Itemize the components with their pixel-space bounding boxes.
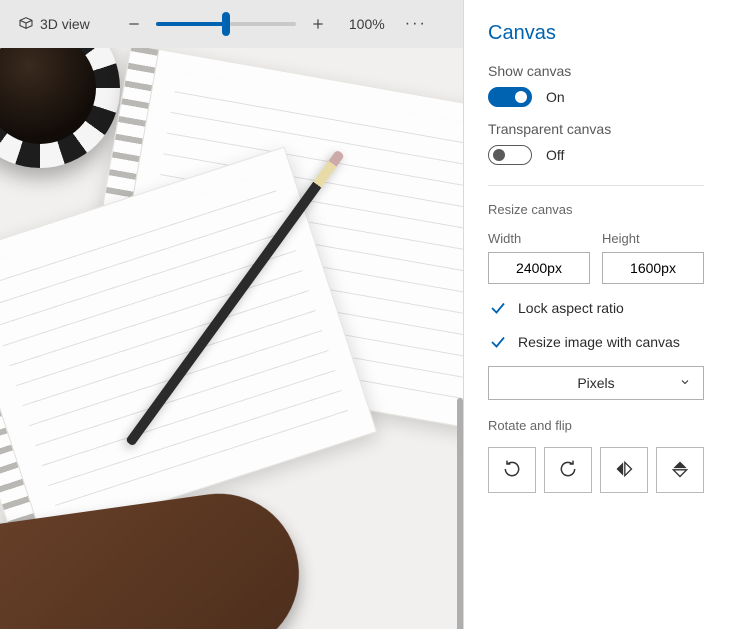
rotate-left-button[interactable] <box>544 447 592 493</box>
show-canvas-toggle[interactable] <box>488 87 532 107</box>
lock-aspect-checkbox[interactable] <box>488 298 508 318</box>
cube-3d-icon <box>18 15 34 34</box>
rotate-right-icon <box>502 459 522 482</box>
unit-select[interactable]: Pixels <box>488 366 704 400</box>
zoom-percent-button[interactable]: 100% <box>340 8 394 40</box>
height-input[interactable] <box>602 252 704 284</box>
width-label: Width <box>488 231 590 246</box>
flip-horizontal-icon <box>614 459 634 482</box>
resize-image-label: Resize image with canvas <box>518 334 680 350</box>
more-icon: ··· <box>405 15 427 33</box>
more-options-button[interactable]: ··· <box>400 8 432 40</box>
zoom-slider-thumb[interactable] <box>222 12 230 36</box>
show-canvas-label: Show canvas <box>488 63 704 79</box>
resize-canvas-heading: Resize canvas <box>488 202 704 217</box>
illustration-mug <box>0 48 120 168</box>
canvas-stage: 3D view 100% ··· <box>0 0 463 629</box>
zoom-out-button[interactable] <box>118 8 150 40</box>
chevron-down-icon <box>679 375 691 391</box>
check-icon <box>489 333 507 351</box>
resize-image-checkbox[interactable] <box>488 332 508 352</box>
view-3d-button[interactable]: 3D view <box>10 8 98 40</box>
unit-select-value: Pixels <box>577 375 614 391</box>
canvas-scrollbar-vertical[interactable] <box>457 398 463 629</box>
check-icon <box>489 299 507 317</box>
height-label: Height <box>602 231 704 246</box>
panel-title: Canvas <box>488 22 704 45</box>
show-canvas-state: On <box>546 89 565 105</box>
divider <box>488 185 704 186</box>
lock-aspect-label: Lock aspect ratio <box>518 300 624 316</box>
flip-horizontal-button[interactable] <box>600 447 648 493</box>
canvas-worksurface[interactable] <box>0 48 463 629</box>
zoom-percent-label: 100% <box>349 16 385 32</box>
rotate-right-button[interactable] <box>488 447 536 493</box>
transparent-canvas-toggle[interactable] <box>488 145 532 165</box>
flip-vertical-button[interactable] <box>656 447 704 493</box>
rotate-flip-heading: Rotate and flip <box>488 418 704 433</box>
zoom-slider-fill <box>156 22 226 26</box>
transparent-canvas-label: Transparent canvas <box>488 121 704 137</box>
transparent-canvas-state: Off <box>546 147 564 163</box>
rotate-left-icon <box>558 459 578 482</box>
zoom-in-button[interactable] <box>302 8 334 40</box>
view-3d-label: 3D view <box>40 16 90 32</box>
canvas-properties-panel: Canvas Show canvas On Transparent canvas… <box>463 0 730 629</box>
canvas-toolbar: 3D view 100% ··· <box>0 0 463 48</box>
flip-vertical-icon <box>670 459 690 482</box>
zoom-slider[interactable] <box>156 8 296 40</box>
width-input[interactable] <box>488 252 590 284</box>
